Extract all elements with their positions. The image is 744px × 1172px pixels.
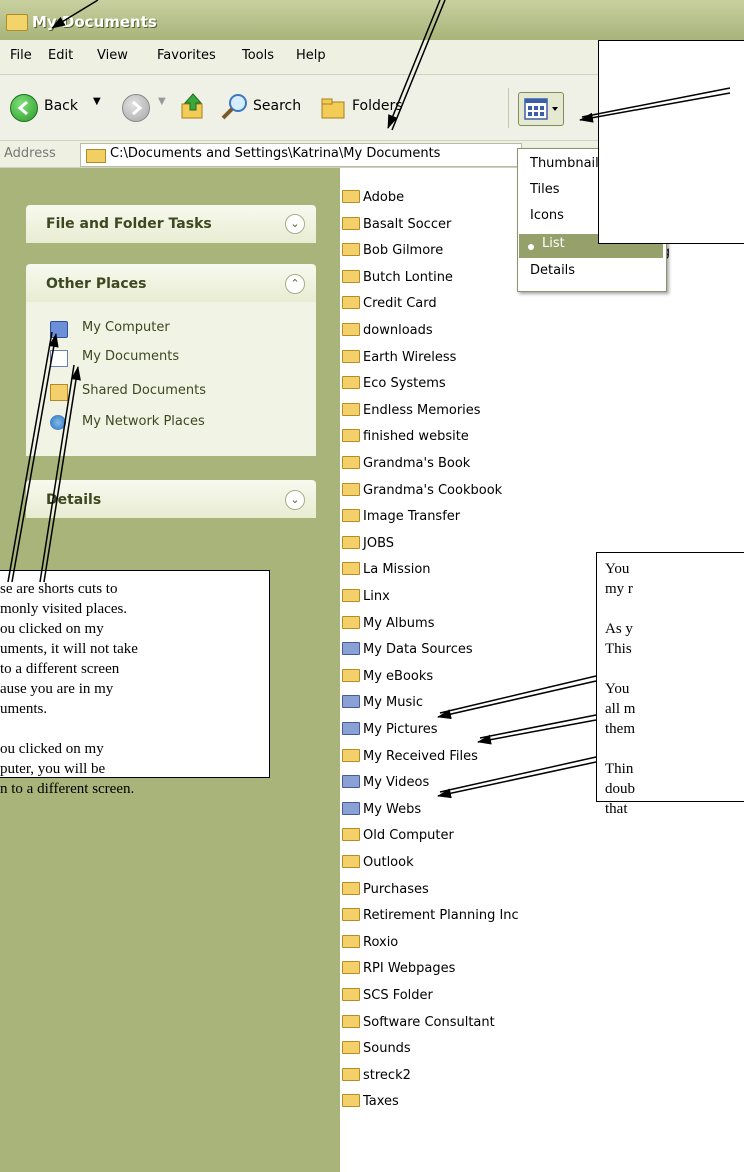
arrow-to-views-button xyxy=(579,87,731,123)
arrow-to-my-documents xyxy=(39,364,81,583)
arrow-to-my-computer xyxy=(7,331,59,583)
arrow-to-my-webs xyxy=(437,756,597,799)
arrow-to-title xyxy=(51,0,99,29)
arrow-to-my-pictures xyxy=(477,714,597,745)
arrow-to-my-music xyxy=(437,675,597,719)
annotation-arrows xyxy=(7,0,731,799)
arrow-to-address xyxy=(387,0,446,131)
